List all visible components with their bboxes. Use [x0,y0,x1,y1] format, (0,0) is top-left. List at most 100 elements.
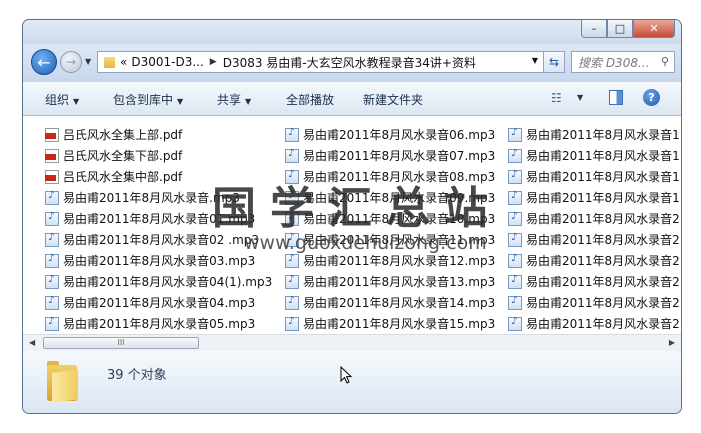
folder-icon [47,361,81,403]
file-name: 易由甫2011年8月风水录音1 [526,149,680,163]
file-item[interactable]: 易由甫2011年8月风水录音05.mp3 [45,313,272,334]
address-bar[interactable]: « D3001-D3... ▶ D3083 易由甫-大玄空风水教程录音34讲+资… [97,51,545,73]
scroll-right-icon[interactable]: ▶ [669,338,675,347]
file-name: 易由甫2011年8月风水录音1 [526,191,680,205]
audio-file-icon [508,190,522,205]
pdf-file-icon [45,127,59,142]
audio-file-icon [45,316,59,331]
audio-file-icon [45,211,59,226]
file-item[interactable]: 易由甫2011年8月风水录音06.mp3 [285,124,495,145]
file-item[interactable]: 易由甫2011年8月风水录音1 [508,187,680,208]
help-icon[interactable]: ? [643,89,660,106]
breadcrumb-item[interactable]: D3001-D3... [131,55,203,69]
address-overflow[interactable]: « [120,55,127,69]
refresh-icon: ⇆ [548,55,560,69]
file-name: 易由甫2011年8月风水录音04(1).mp3 [63,275,273,289]
file-item[interactable]: 易由甫2011年8月风水录音2 [508,271,680,292]
back-button[interactable]: ← [31,49,57,75]
file-name: 易由甫2011年8月风水录音2 [526,275,680,289]
file-item[interactable]: 易由甫2011年8月风水录音03.mp3 [45,250,272,271]
file-name: 易由甫2011年8月风水录音2 [526,233,680,247]
audio-file-icon [285,274,299,289]
audio-file-icon [508,295,522,310]
chevron-right-icon[interactable]: ▶ [210,57,217,67]
item-count: 39 个对象 [107,368,167,383]
chevron-down-icon: ▼ [73,97,80,106]
share-label: 共享 [217,93,242,107]
file-item[interactable]: 易由甫2011年8月风水录音1 [508,145,680,166]
file-item[interactable]: 易由甫2011年8月风水录音2 [508,313,680,334]
file-name: 吕氏风水全集下部.pdf [63,149,183,163]
breadcrumb-item[interactable]: D3083 易由甫-大玄空风水教程录音34讲+资料 [223,54,476,71]
chevron-down-icon[interactable]: ▼ [532,56,538,65]
audio-file-icon [45,190,59,205]
new-folder-button[interactable]: 新建文件夹 [363,91,423,108]
horizontal-scrollbar[interactable]: ◀ III ▶ [23,334,681,352]
audio-file-icon [508,253,522,268]
audio-file-icon [285,316,299,331]
search-icon: ⚲ [660,55,669,68]
file-name: 吕氏风水全集中部.pdf [63,170,183,184]
audio-file-icon [508,148,522,163]
file-item[interactable]: 易由甫2011年8月风水录音2 [508,229,680,250]
audio-file-icon [45,274,59,289]
file-name: 易由甫2011年8月风水录音07.mp3 [303,149,496,163]
organize-menu[interactable]: 组织 ▼ [45,91,79,108]
view-options-icon[interactable]: ☷ [551,91,562,105]
chevron-down-icon: ▼ [245,97,252,106]
refresh-button[interactable]: ⇆ [543,51,565,73]
file-name: 易由甫2011年8月风水录音12.mp3 [303,254,496,268]
folder-icon [104,56,115,68]
audio-file-icon [285,295,299,310]
share-menu[interactable]: 共享 ▼ [217,91,251,108]
file-item[interactable]: 易由甫2011年8月风水录音15.mp3 [285,313,495,334]
minimize-button[interactable]: – [581,20,607,38]
audio-file-icon [508,274,522,289]
play-all-button[interactable]: 全部播放 [286,91,334,108]
close-button[interactable]: ✕ [633,20,675,38]
audio-file-icon [45,232,59,247]
file-item[interactable]: 易由甫2011年8月风水录音07.mp3 [285,145,495,166]
audio-file-icon [45,295,59,310]
file-name: 易由甫2011年8月风水录音2 [526,254,680,268]
file-item[interactable]: 吕氏风水全集下部.pdf [45,145,272,166]
file-name: 易由甫2011年8月风水录音04.mp3 [63,296,256,310]
include-label: 包含到库中 [113,93,174,107]
navigation-bar: ← → ▼ « D3001-D3... ▶ D3083 易由甫-大玄空风水教程录… [23,44,681,82]
file-item[interactable]: 易由甫2011年8月风水录音2 [508,292,680,313]
file-item[interactable]: 易由甫2011年8月风水录音2 [508,208,680,229]
preview-pane-icon[interactable] [609,90,623,105]
mouse-cursor-icon [340,366,353,384]
file-name: 易由甫2011年8月风水录音13.mp3 [303,275,496,289]
file-name: 易由甫2011年8月风水录音1 [526,128,680,142]
file-item[interactable]: 吕氏风水全集上部.pdf [45,124,272,145]
title-bar[interactable]: – □ ✕ [23,20,681,44]
file-name: 易由甫2011年8月风水录音03.mp3 [63,254,256,268]
audio-file-icon [45,253,59,268]
file-item[interactable]: 易由甫2011年8月风水录音1 [508,124,680,145]
forward-button[interactable]: → [60,51,82,73]
file-name: 易由甫2011年8月风水录音14.mp3 [303,296,496,310]
chevron-down-icon[interactable]: ▼ [577,93,583,102]
file-item[interactable]: 易由甫2011年8月风水录音04.mp3 [45,292,272,313]
command-bar: 组织 ▼ 包含到库中 ▼ 共享 ▼ 全部播放 新建文件夹 ☷ ▼ ? [23,82,681,116]
maximize-button[interactable]: □ [607,20,633,38]
file-item[interactable]: 易由甫2011年8月风水录音13.mp3 [285,271,495,292]
pdf-file-icon [45,148,59,163]
file-item[interactable]: 易由甫2011年8月风水录音1 [508,166,680,187]
recent-pages-dropdown[interactable]: ▼ [85,57,91,66]
scrollbar-thumb[interactable]: III [43,337,199,349]
file-item[interactable]: 易由甫2011年8月风水录音2 [508,250,680,271]
scroll-left-icon[interactable]: ◀ [29,338,35,347]
chevron-down-icon: ▼ [177,97,184,106]
audio-file-icon [508,169,522,184]
audio-file-icon [285,127,299,142]
file-name: 易由甫2011年8月风水录音2 [526,296,680,310]
organize-label: 组织 [45,93,70,107]
include-in-library-menu[interactable]: 包含到库中 ▼ [113,91,183,108]
file-item[interactable]: 易由甫2011年8月风水录音14.mp3 [285,292,495,313]
file-name: 易由甫2011年8月风水录音2 [526,212,680,226]
search-input[interactable]: 搜索 D308... ⚲ [571,51,675,73]
file-item[interactable]: 易由甫2011年8月风水录音04(1).mp3 [45,271,272,292]
pdf-file-icon [45,169,59,184]
